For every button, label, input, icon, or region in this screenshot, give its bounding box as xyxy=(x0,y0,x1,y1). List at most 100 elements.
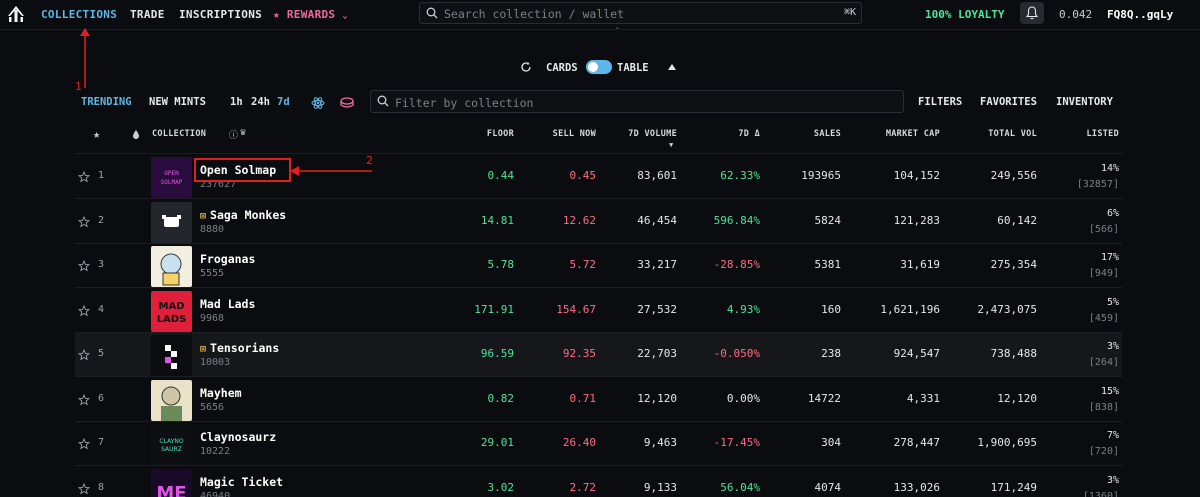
app-logo-icon[interactable] xyxy=(6,4,26,24)
listed-percent: 3% xyxy=(1106,474,1119,486)
header-listed[interactable]: LISTED xyxy=(1086,129,1119,139)
collection-name[interactable]: Mayhem xyxy=(200,386,242,400)
view-switch[interactable] xyxy=(586,60,612,74)
loyalty-badge[interactable]: 100% LOYALTY xyxy=(925,8,1004,21)
collection-name[interactable]: ⊠ Saga Monkes xyxy=(200,208,286,222)
favorite-star-icon[interactable] xyxy=(77,257,91,276)
timeframe-7d[interactable]: 7d xyxy=(277,96,290,108)
total-volume: 1,900,695 xyxy=(977,436,1037,449)
sales-count: 14722 xyxy=(807,391,841,405)
svg-text:ME: ME xyxy=(156,483,186,497)
sell-now-price[interactable]: 26.40 xyxy=(563,436,596,449)
filters-button[interactable]: FILTERS xyxy=(918,96,962,108)
svg-text:MAD: MAD xyxy=(159,301,185,312)
favorite-star-icon[interactable] xyxy=(77,435,91,454)
caret-up-icon[interactable] xyxy=(667,63,677,71)
collection-name[interactable]: Claynosaurz xyxy=(200,430,276,444)
sales-count: 5824 xyxy=(814,213,842,227)
sort-desc-icon[interactable]: ▼ xyxy=(669,141,673,149)
sales-count: 193965 xyxy=(801,169,841,182)
table-row[interactable]: 2 ⊠ Saga Monkes 8880 14.81 12.62 46,454 596.84%… xyxy=(75,200,1122,244)
nav-collections[interactable]: COLLECTIONS xyxy=(41,8,117,21)
favorite-star-icon[interactable] xyxy=(77,480,91,497)
table-row[interactable]: 5 ⊠ Tensorians 10003 96.59 92.35 22,703 -0.050%… xyxy=(75,333,1122,377)
collection-name[interactable]: Froganas xyxy=(200,252,255,266)
collection-thumbnail[interactable]: MAD LADS xyxy=(151,290,192,332)
table-view-label[interactable]: TABLE xyxy=(617,62,649,74)
verified-badge-icon: ⊠ xyxy=(200,344,207,355)
nav-inscriptions[interactable]: INSCRIPTIONS xyxy=(179,8,262,21)
collection-supply: 10003 xyxy=(200,357,231,368)
row-rank: 8 xyxy=(98,481,105,493)
sell-now-price[interactable]: 92.35 xyxy=(563,347,596,360)
favorites-button[interactable]: FAVORITES xyxy=(980,96,1037,108)
collection-thumbnail[interactable] xyxy=(151,379,192,421)
refresh-icon[interactable] xyxy=(520,61,532,73)
favorite-column-star-icon[interactable]: ★ xyxy=(93,127,100,141)
delta-7d: -17.45% xyxy=(713,436,760,449)
token-icon[interactable] xyxy=(339,96,355,110)
timeframe-1h[interactable]: 1h xyxy=(230,96,243,108)
header-7d-volume[interactable]: 7D VOLUME xyxy=(628,129,677,139)
info-icon[interactable]: ⓘ xyxy=(229,128,238,141)
scroll-hint-icon: ˇ xyxy=(615,27,620,36)
sell-now-price[interactable]: 154.67 xyxy=(556,303,596,316)
wallet-button[interactable]: FQ8Q..gqLy xyxy=(1107,8,1173,21)
cards-view-label[interactable]: CARDS xyxy=(546,62,578,74)
table-row[interactable]: 4 MAD LADS Mad Lads 9968 171.91 154.67 27,532 4.… xyxy=(75,289,1122,333)
collection-thumbnail[interactable]: ME xyxy=(151,468,192,497)
nav-trade[interactable]: TRADE xyxy=(130,8,165,21)
drop-icon[interactable] xyxy=(132,129,140,140)
favorite-star-icon[interactable] xyxy=(77,302,91,321)
listed-count: [720] xyxy=(1088,446,1119,457)
notifications-button[interactable] xyxy=(1020,2,1044,24)
nav-rewards[interactable]: ★ REWARDS ⌄ xyxy=(273,8,348,21)
table-row[interactable]: 8 ME Magic Ticket 46940 3.02 2.72 9,133 56.04% 4… xyxy=(75,467,1122,497)
sell-now-price[interactable]: 0.45 xyxy=(570,169,597,182)
atom-icon[interactable] xyxy=(311,96,325,110)
inventory-button[interactable]: INVENTORY xyxy=(1056,96,1113,108)
collection-filter[interactable]: Filter by collection xyxy=(370,90,904,113)
collection-thumbnail[interactable]: CLAYNO SAURZ xyxy=(151,424,192,465)
collection-name[interactable]: Mad Lads xyxy=(200,297,255,311)
table-row[interactable]: 6 Mayhem 5656 0.82 0.71 12,120 0.00% 14722 4,331… xyxy=(75,378,1122,422)
favorite-star-icon[interactable] xyxy=(77,346,91,365)
sell-now-price[interactable]: 2.72 xyxy=(570,481,597,494)
collection-name[interactable]: Magic Ticket xyxy=(200,475,283,489)
header-sales[interactable]: SALES xyxy=(814,129,841,139)
favorite-star-icon[interactable] xyxy=(77,391,91,410)
volume-7d: 9,133 xyxy=(643,480,677,494)
header-7d-delta[interactable]: 7D Δ xyxy=(738,129,760,139)
collection-thumbnail[interactable]: OPEN SOLMAP xyxy=(151,157,192,198)
tab-new-mints[interactable]: NEW MINTS xyxy=(149,96,206,108)
header-collection[interactable]: COLLECTION xyxy=(152,129,206,139)
favorite-star-icon[interactable] xyxy=(77,213,91,232)
table-row[interactable]: 3 Froganas 5555 5.78 5.72 33,217 -28.85% 5381 31… xyxy=(75,244,1122,288)
floor-price: 96.59 xyxy=(480,347,514,360)
collection-thumbnail[interactable] xyxy=(151,246,192,287)
annotation-box-2 xyxy=(194,158,291,182)
sell-now-price[interactable]: 0.71 xyxy=(570,392,597,405)
svg-text:LADS: LADS xyxy=(157,314,187,325)
row-rank: 2 xyxy=(98,214,105,226)
sell-now-price[interactable]: 5.72 xyxy=(570,258,597,271)
collection-name[interactable]: ⊠ Tensorians xyxy=(200,341,279,355)
header-market-cap[interactable]: MARKET CAP xyxy=(886,129,940,139)
header-sell-now[interactable]: SELL NOW xyxy=(553,129,596,139)
tab-trending[interactable]: TRENDING xyxy=(81,96,132,108)
table-row[interactable]: 7 CLAYNO SAURZ Claynosaurz 10222 29.01 26.40 9,… xyxy=(75,422,1122,466)
sales-count: 238 xyxy=(821,347,841,360)
crown-icon[interactable]: ♛ xyxy=(240,127,246,138)
search-input[interactable]: Search collection / wallet xyxy=(444,7,624,21)
collection-thumbnail[interactable] xyxy=(151,335,192,376)
header-floor[interactable]: FLOOR xyxy=(487,129,514,139)
global-search[interactable]: Search collection / wallet ⌘K xyxy=(419,2,862,24)
annotation-label-2: 2 xyxy=(366,154,373,167)
timeframe-24h[interactable]: 24h xyxy=(251,96,270,108)
sell-now-price[interactable]: 12.62 xyxy=(563,214,596,227)
favorite-star-icon[interactable] xyxy=(77,168,91,187)
collection-filter-input[interactable]: Filter by collection xyxy=(395,96,533,110)
header-total-vol[interactable]: TOTAL VOL xyxy=(988,129,1037,139)
collection-name-text: Claynosaurz xyxy=(200,430,277,444)
collection-thumbnail[interactable] xyxy=(151,201,192,243)
